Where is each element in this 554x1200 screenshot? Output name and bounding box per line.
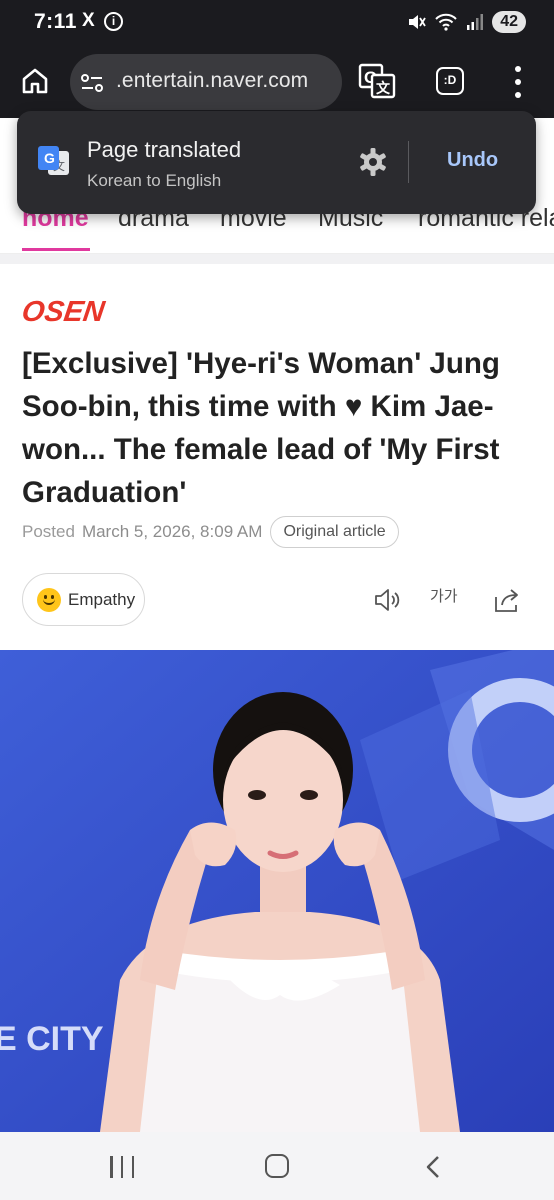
publisher-logo[interactable]: OSEN [20, 296, 107, 329]
share-icon[interactable] [492, 585, 522, 615]
home-button[interactable] [16, 62, 54, 100]
popup-divider [408, 141, 409, 183]
back-icon[interactable] [423, 1154, 443, 1180]
info-icon: i [104, 12, 123, 31]
empathy-button[interactable]: Empathy [22, 573, 145, 626]
article-meta: Posted March 5, 2026, 8:09 AM Original a… [22, 516, 399, 548]
browser-toolbar: .entertain.naver.com G 文 :D [0, 46, 554, 118]
posted-date: March 5, 2026, 8:09 AM [81, 522, 263, 541]
active-tab-indicator [22, 248, 90, 251]
google-translate-letter: G [44, 150, 55, 166]
tab-switcher-button[interactable]: :D [436, 67, 464, 95]
empathy-label: Empathy [68, 590, 136, 609]
font-size-button[interactable]: 가가 [430, 585, 458, 606]
gear-icon[interactable] [357, 146, 389, 178]
translate-popup: 文 G Page translated Korean to English Un… [17, 111, 536, 214]
signal-icon [467, 14, 484, 30]
photo-illustration: E CITY [0, 650, 554, 1132]
popup-title: Page translated [87, 137, 242, 162]
popup-language-pair: Korean to English [87, 171, 222, 190]
article-photo[interactable]: E CITY [0, 650, 554, 1132]
more-menu-icon[interactable] [508, 66, 528, 98]
mute-icon [409, 15, 426, 29]
posted-label: Posted [22, 522, 75, 541]
speaker-icon[interactable] [373, 585, 403, 615]
x-app-icon: X [82, 10, 95, 31]
backdrop-text: E CITY [0, 1020, 104, 1058]
section-divider [0, 254, 554, 264]
home-icon [22, 68, 48, 94]
address-bar[interactable]: .entertain.naver.com [70, 54, 342, 110]
site-settings-icon[interactable] [80, 72, 104, 94]
svg-text:文: 文 [376, 80, 391, 97]
recent-apps-button[interactable] [110, 1156, 134, 1178]
translate-icon[interactable]: G 文 [358, 62, 396, 100]
smiley-icon [37, 588, 61, 612]
article-headline: [Exclusive] 'Hye-ri's Woman' Jung Soo-bi… [22, 347, 500, 509]
undo-button[interactable]: Undo [447, 149, 498, 172]
url-text: .entertain.naver.com [116, 69, 309, 92]
battery-badge: 42 [492, 11, 526, 33]
original-article-button[interactable]: Original article [270, 516, 399, 548]
system-nav-bar [0, 1132, 554, 1200]
status-time: 7:11 [34, 10, 77, 33]
status-bar: 7:11 X i 42 [0, 0, 554, 46]
status-right-group: 42 [406, 11, 526, 33]
nav-home-button[interactable] [265, 1154, 289, 1178]
wifi-icon [435, 13, 457, 31]
